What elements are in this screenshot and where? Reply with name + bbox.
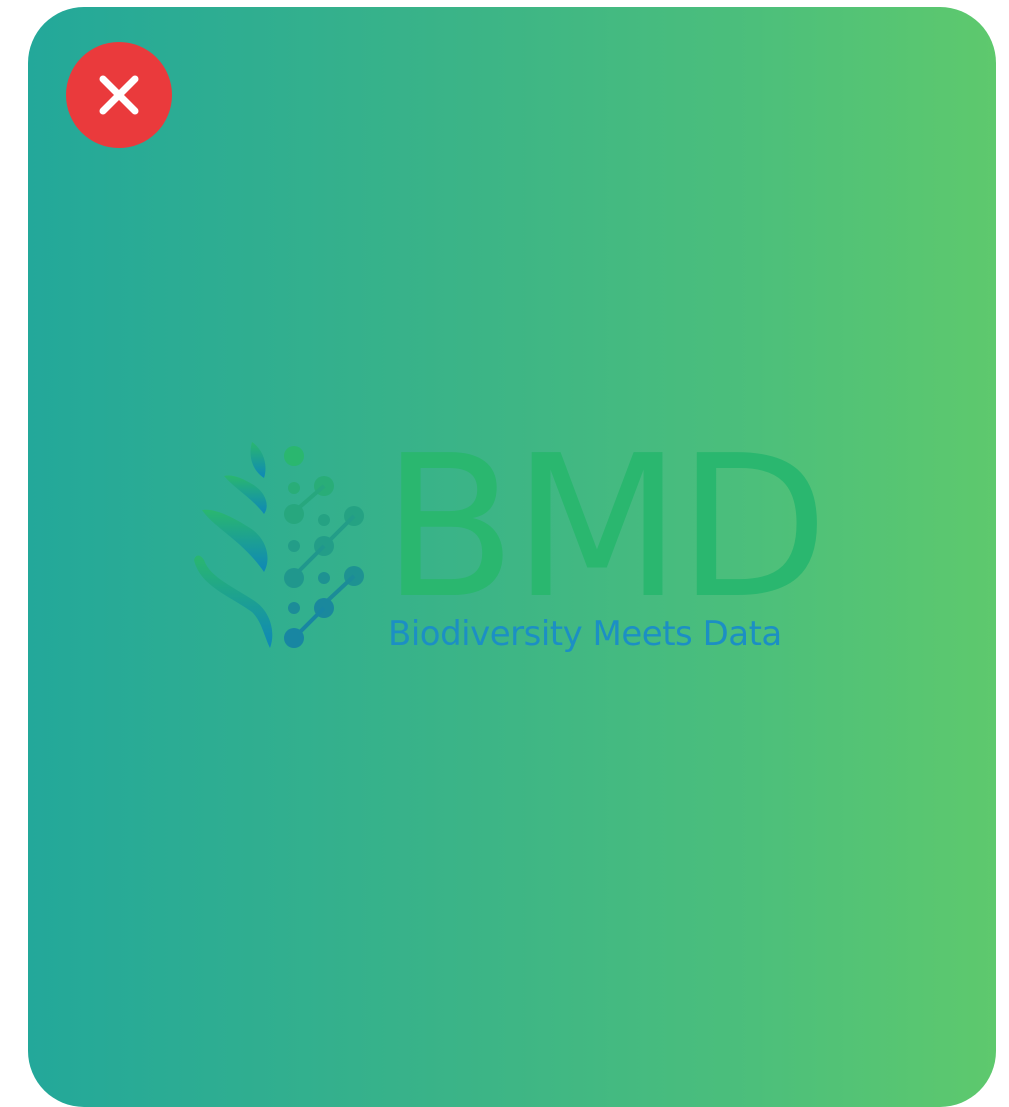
logo-mark-icon [194, 442, 364, 648]
logo-tagline: Biodiversity Meets Data [388, 614, 782, 654]
close-icon [99, 75, 139, 115]
logo-letters: BMD [382, 414, 828, 642]
close-button[interactable] [66, 42, 172, 148]
